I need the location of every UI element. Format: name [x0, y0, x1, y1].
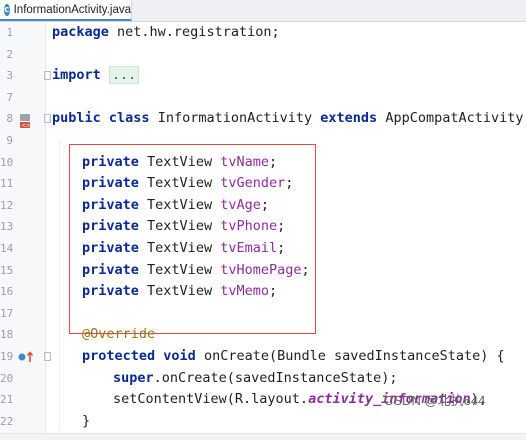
code-line: 1 package net.hw.registration;: [0, 22, 526, 44]
code-editor[interactable]: 1 package net.hw.registration; 2 3 impor…: [0, 22, 526, 433]
csdn-watermark: CSDN @北执644: [384, 393, 486, 408]
line-number: 1: [6, 26, 13, 39]
code-text: }: [82, 412, 91, 429]
line-number: 22: [0, 414, 14, 428]
line-number: 20: [0, 371, 14, 385]
fold-toggle-icon[interactable]: [44, 114, 51, 124]
code-text: protected void onCreate(Bundle savedInst…: [82, 348, 505, 364]
folded-imports[interactable]: ...: [108, 66, 140, 85]
tab-information-activity[interactable]: c InformationActivity.java: [0, 0, 132, 21]
java-class-icon: c: [4, 3, 10, 16]
line-number: 16: [0, 285, 14, 299]
line-number: 13: [0, 220, 14, 234]
line-number: 15: [0, 263, 14, 277]
code-line: 8 public class InformationActivity exten…: [0, 108, 526, 130]
implementation-marker-icon[interactable]: <>: [18, 113, 38, 129]
tab-label: InformationActivity.java: [13, 3, 131, 16]
line-number: 9: [6, 134, 13, 147]
fold-toggle-icon[interactable]: [44, 352, 51, 361]
line-number: 17: [0, 306, 14, 320]
highlight-box: [69, 144, 316, 334]
code-line: 7: [0, 87, 526, 109]
line-number: 18: [0, 328, 14, 342]
line-number: 8: [6, 112, 13, 126]
svg-text:<>: <>: [21, 123, 31, 129]
code-text: super.onCreate(savedInstanceState);: [113, 369, 398, 386]
code-line: 22 }: [0, 411, 526, 433]
line-number: 3: [6, 69, 13, 83]
code-text: import ...: [52, 65, 140, 87]
line-number: 10: [0, 155, 14, 169]
line-number: 2: [6, 47, 13, 61]
code-line: 3 import ...: [0, 65, 526, 87]
code-text: public class InformationActivity extends…: [52, 110, 524, 127]
line-number: 12: [0, 198, 14, 212]
override-marker-icon[interactable]: [17, 350, 37, 364]
code-line: 2: [0, 44, 526, 66]
code-line: 19 protected void onCreate(Bundle savedI…: [0, 346, 526, 368]
line-number: 7: [6, 90, 13, 104]
line-number: 21: [0, 393, 14, 407]
line-number: 14: [0, 242, 14, 255]
code-line: 20 super.onCreate(savedInstanceState);: [0, 368, 526, 390]
line-number: 19: [0, 350, 14, 363]
code-text: package net.hw.registration;: [52, 24, 280, 40]
editor-tab-bar: c InformationActivity.java: [0, 0, 526, 22]
line-number: 11: [0, 177, 14, 191]
fold-toggle-icon[interactable]: [44, 71, 51, 81]
